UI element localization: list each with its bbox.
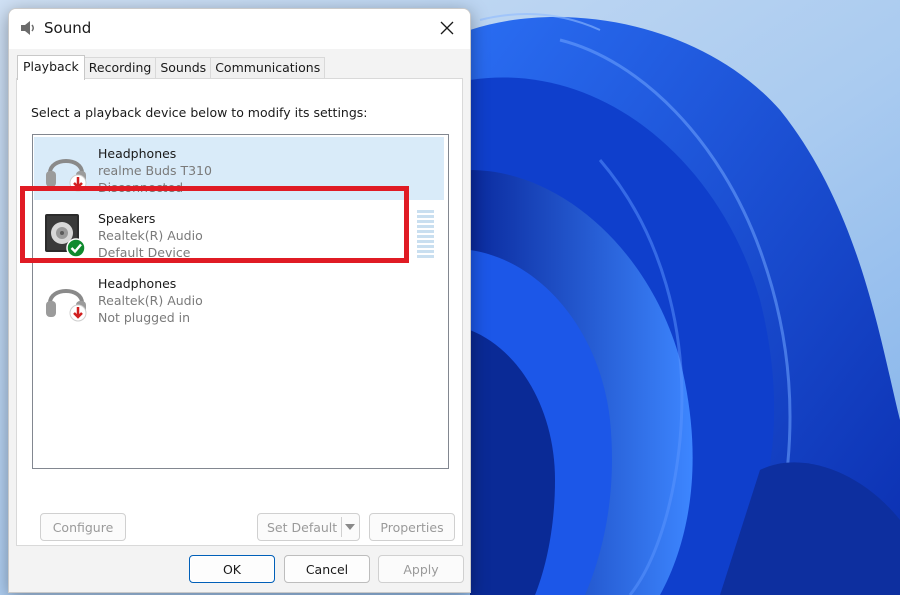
window-title: Sound xyxy=(44,19,92,37)
instructions-text: Select a playback device below to modify… xyxy=(31,105,368,120)
apply-button[interactable]: Apply xyxy=(378,555,464,583)
close-icon xyxy=(440,21,454,35)
tab-sounds[interactable]: Sounds xyxy=(155,57,212,79)
sound-dialog: Sound Playback Recording Sounds Communic… xyxy=(8,8,471,593)
title-bar[interactable]: Sound xyxy=(9,9,470,49)
tab-communications[interactable]: Communications xyxy=(210,57,326,79)
device-status: Not plugged in xyxy=(98,310,191,325)
device-name: Headphones xyxy=(98,276,177,291)
properties-button[interactable]: Properties xyxy=(369,513,455,541)
cancel-button[interactable]: Cancel xyxy=(284,555,370,583)
close-button[interactable] xyxy=(424,9,470,47)
device-item-headphones-realtek[interactable]: Headphones Realtek(R) Audio Not plugged … xyxy=(34,267,444,330)
configure-button[interactable]: Configure xyxy=(40,513,126,541)
highlight-box xyxy=(20,186,409,263)
tab-playback[interactable]: Playback xyxy=(17,55,85,80)
volume-level-meter xyxy=(417,210,434,258)
ok-button[interactable]: OK xyxy=(189,555,275,583)
chevron-down-icon[interactable] xyxy=(345,524,355,530)
device-driver: realme Buds T310 xyxy=(98,163,212,178)
tab-recording[interactable]: Recording xyxy=(83,57,157,79)
headphones-icon xyxy=(46,289,87,322)
device-name: Headphones xyxy=(98,146,177,161)
set-default-button[interactable]: Set Default xyxy=(257,513,360,541)
set-default-label: Set Default xyxy=(267,519,338,535)
speaker-icon xyxy=(21,21,34,35)
device-driver: Realtek(R) Audio xyxy=(98,293,203,308)
split-divider xyxy=(341,517,342,537)
device-list[interactable]: Headphones realme Buds T310 Disconnected… xyxy=(32,134,449,469)
playback-panel: Select a playback device below to modify… xyxy=(16,78,463,546)
tab-strip: Playback Recording Sounds Communications xyxy=(17,55,326,80)
